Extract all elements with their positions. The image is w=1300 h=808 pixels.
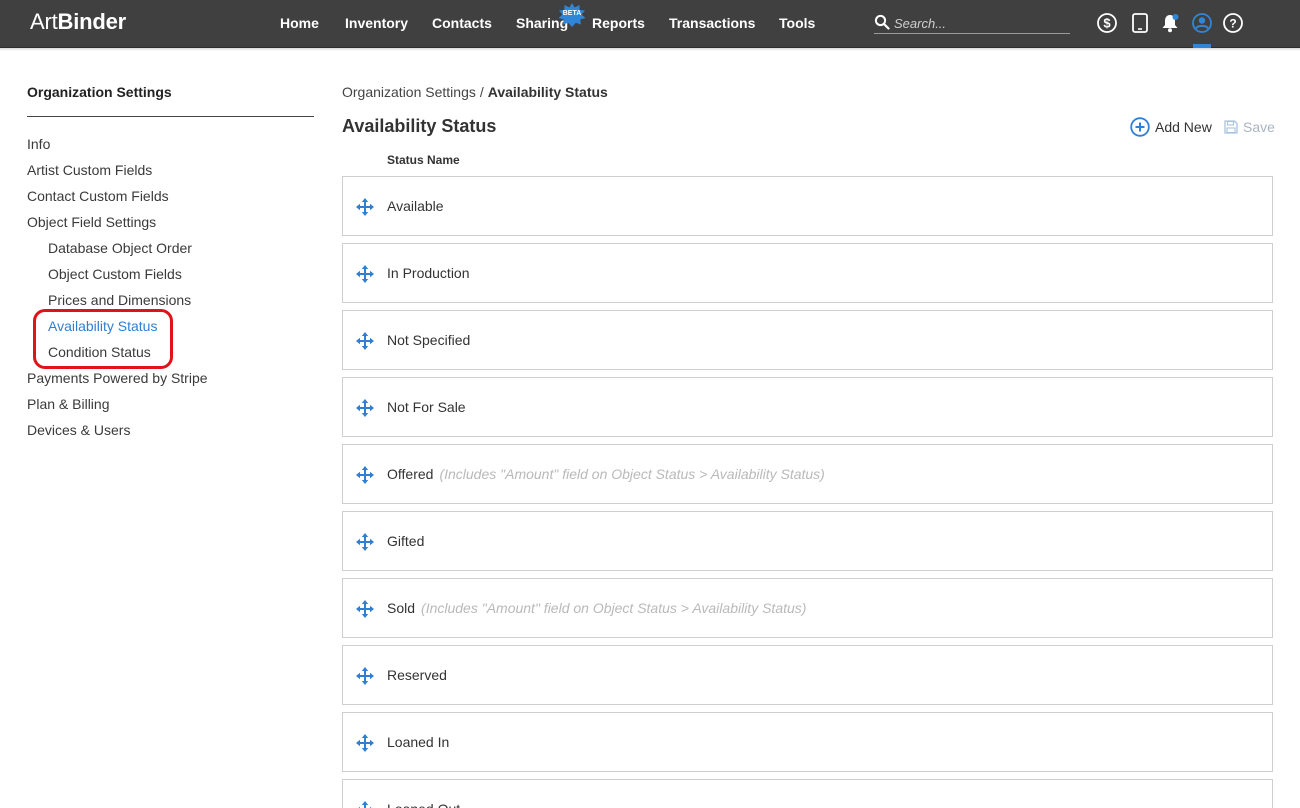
search-box: [874, 12, 1070, 34]
status-row[interactable]: Available: [342, 176, 1273, 236]
beta-badge: BETA: [562, 10, 582, 17]
sidebar-title: Organization Settings: [27, 84, 172, 100]
drag-handle-icon[interactable]: [356, 667, 374, 685]
status-row[interactable]: Not Specified: [342, 310, 1273, 370]
breadcrumb-current: Availability Status: [487, 84, 608, 100]
status-name[interactable]: Reserved: [387, 667, 447, 683]
logo-text-light: Art: [30, 9, 58, 34]
search-input[interactable]: [894, 14, 1064, 32]
drag-handle-icon[interactable]: [356, 801, 374, 808]
status-name[interactable]: In Production: [387, 265, 470, 281]
save-button[interactable]: Save: [1224, 118, 1275, 136]
status-row[interactable]: Reserved: [342, 645, 1273, 705]
status-name[interactable]: Offered: [387, 466, 433, 482]
sidebar-item-object-field-settings[interactable]: Object Field Settings: [27, 214, 156, 230]
status-name[interactable]: Available: [387, 198, 444, 214]
status-note: (Includes "Amount" field on Object Statu…: [439, 466, 825, 482]
page-title: Availability Status: [342, 116, 497, 136]
breadcrumb-separator: /: [479, 84, 484, 100]
sidebar-item-plan-billing[interactable]: Plan & Billing: [27, 396, 110, 412]
drag-handle-icon[interactable]: [356, 466, 374, 484]
nav-inventory[interactable]: Inventory: [345, 15, 408, 31]
artbinder-logo[interactable]: ArtBinder: [30, 9, 126, 35]
add-new-button[interactable]: Add New: [1130, 117, 1212, 137]
status-row[interactable]: Loaned In: [342, 712, 1273, 772]
floppy-disk-icon: [1224, 120, 1238, 134]
sidebar-item-devices-users[interactable]: Devices & Users: [27, 422, 130, 438]
svg-text:?: ?: [1229, 17, 1236, 31]
drag-handle-icon[interactable]: [356, 600, 374, 618]
status-name-container: Reserved: [387, 667, 447, 683]
status-name-column-header: Status Name: [387, 153, 460, 167]
bell-icon[interactable]: [1159, 12, 1181, 34]
drag-handle-icon[interactable]: [356, 332, 374, 350]
svg-text:$: $: [1103, 16, 1111, 31]
user-icon[interactable]: [1191, 12, 1213, 34]
status-name-container: Available: [387, 198, 444, 214]
status-name[interactable]: Loaned Out: [387, 801, 460, 808]
drag-handle-icon[interactable]: [356, 533, 374, 551]
help-icon[interactable]: ?: [1222, 12, 1244, 34]
status-row[interactable]: Not For Sale: [342, 377, 1273, 437]
sidebar-item-database-object-order[interactable]: Database Object Order: [48, 240, 192, 256]
sidebar-item-contact-custom-fields[interactable]: Contact Custom Fields: [27, 188, 169, 204]
status-name[interactable]: Loaned In: [387, 734, 449, 750]
status-name-container: Gifted: [387, 533, 424, 549]
topbar-shadow: [0, 48, 1300, 51]
drag-handle-icon[interactable]: [356, 198, 374, 216]
nav-reports[interactable]: Reports: [592, 15, 645, 31]
drag-handle-icon[interactable]: [356, 399, 374, 417]
status-row[interactable]: In Production: [342, 243, 1273, 303]
breadcrumb: Organization Settings / Availability Statu…: [342, 84, 608, 100]
status-name-container: Offered (Includes "Amount" field on Objec…: [387, 466, 825, 482]
sidebar-item-artist-custom-fields[interactable]: Artist Custom Fields: [27, 162, 152, 178]
status-name[interactable]: Sold: [387, 600, 415, 616]
sidebar-item-object-custom-fields[interactable]: Object Custom Fields: [48, 266, 182, 282]
nav-home[interactable]: Home: [280, 15, 319, 31]
nav-transactions[interactable]: Transactions: [669, 15, 755, 31]
search-icon[interactable]: [874, 14, 890, 30]
drag-handle-icon[interactable]: [356, 734, 374, 752]
sidebar-item-payments-stripe[interactable]: Payments Powered by Stripe: [27, 370, 208, 386]
status-name-container: Sold (Includes "Amount" field on Object S…: [387, 600, 806, 616]
status-name[interactable]: Not Specified: [387, 332, 470, 348]
status-name-container: Not For Sale: [387, 399, 466, 415]
sidebar-item-info[interactable]: Info: [27, 136, 50, 152]
save-label: Save: [1243, 119, 1275, 135]
nav-tools[interactable]: Tools: [779, 15, 815, 31]
status-row[interactable]: Gifted: [342, 511, 1273, 571]
red-highlight-annotation: [33, 309, 173, 369]
sidebar-divider: [27, 116, 314, 117]
status-name-container: In Production: [387, 265, 470, 281]
tablet-icon[interactable]: [1129, 12, 1151, 34]
breadcrumb-parent[interactable]: Organization Settings: [342, 84, 476, 100]
dollar-icon[interactable]: $: [1096, 12, 1118, 34]
logo-text-bold: Binder: [57, 9, 127, 34]
status-row[interactable]: Loaned Out: [342, 779, 1273, 808]
status-name-container: Loaned Out: [387, 801, 460, 808]
status-name-container: Not Specified: [387, 332, 470, 348]
status-note: (Includes "Amount" field on Object Statu…: [421, 600, 807, 616]
status-name[interactable]: Not For Sale: [387, 399, 466, 415]
status-name[interactable]: Gifted: [387, 533, 424, 549]
status-row[interactable]: Sold (Includes "Amount" field on Object S…: [342, 578, 1273, 638]
sidebar-item-prices-and-dimensions[interactable]: Prices and Dimensions: [48, 292, 191, 308]
top-navbar: ArtBinder Home Inventory Contacts Sharin…: [0, 0, 1300, 48]
add-new-label: Add New: [1155, 119, 1212, 135]
status-name-container: Loaned In: [387, 734, 449, 750]
nav-contacts[interactable]: Contacts: [432, 15, 492, 31]
drag-handle-icon[interactable]: [356, 265, 374, 283]
plus-circle-icon: [1130, 117, 1150, 137]
status-row[interactable]: Offered (Includes "Amount" field on Objec…: [342, 444, 1273, 504]
